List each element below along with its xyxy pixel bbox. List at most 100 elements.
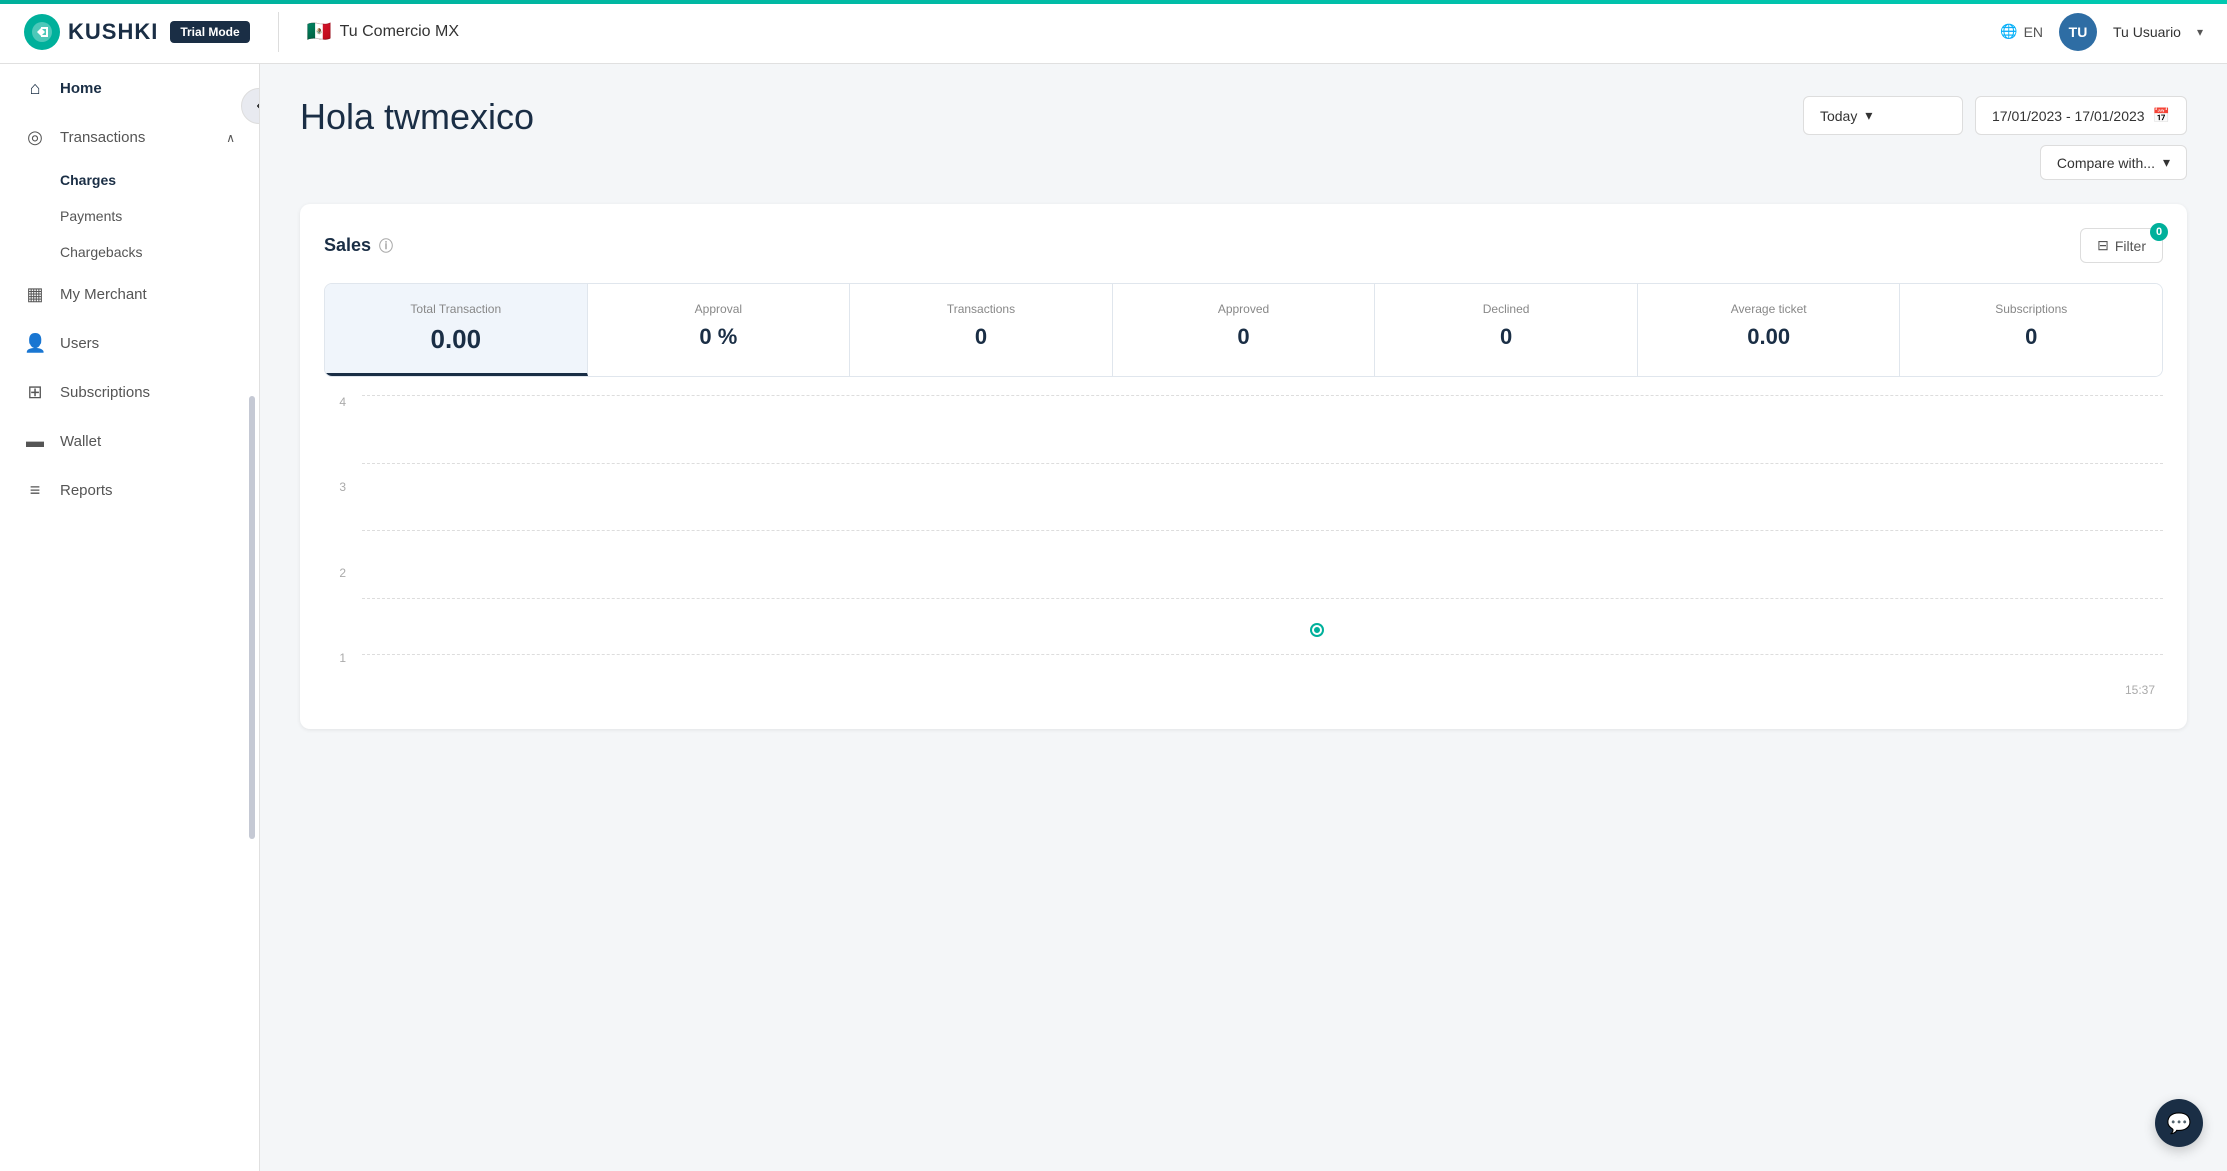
stat-approved[interactable]: Approved 0 <box>1113 284 1376 376</box>
users-icon: 👤 <box>24 333 46 354</box>
sidebar-item-transactions[interactable]: ◎ Transactions ∧ <box>0 113 259 162</box>
date-range-button[interactable]: 17/01/2023 - 17/01/2023 📅 <box>1975 96 2187 135</box>
logo: KUSHKI <box>24 14 158 50</box>
sales-info-icon: ⓘ <box>379 236 393 256</box>
stat-approval[interactable]: Approval 0 % <box>588 284 851 376</box>
topbar: KUSHKI Trial Mode 🇲🇽 Tu Comercio MX 🌐 EN… <box>0 0 2227 64</box>
stat-subscriptions[interactable]: Subscriptions 0 <box>1900 284 2162 376</box>
user-avatar: TU <box>2059 13 2097 51</box>
stat-total-transaction-value: 0.00 <box>341 324 571 355</box>
stat-declined[interactable]: Declined 0 <box>1375 284 1638 376</box>
transactions-icon: ◎ <box>24 127 46 148</box>
stat-total-transaction[interactable]: Total Transaction 0.00 <box>325 284 588 376</box>
lang-label: EN <box>2024 24 2043 40</box>
language-button[interactable]: 🌐 EN <box>2000 23 2043 40</box>
sales-title: Sales ⓘ <box>324 235 393 256</box>
sidebar-item-reports-label: Reports <box>60 482 113 499</box>
chat-icon: 💬 <box>2167 1111 2192 1136</box>
calendar-icon: 📅 <box>2153 107 2170 124</box>
period-dropdown[interactable]: Today ▾ <box>1803 96 1963 135</box>
sidebar-item-subscriptions[interactable]: ⊞ Subscriptions <box>0 368 259 417</box>
sidebar-item-wallet[interactable]: ▬ Wallet <box>0 417 259 466</box>
chart-area: 4 3 2 1 15:37 <box>324 385 2163 705</box>
logo-text: KUSHKI <box>68 19 158 45</box>
compare-label: Compare with... <box>2057 155 2155 171</box>
stat-approved-label: Approved <box>1129 302 1359 316</box>
user-chevron-icon[interactable]: ▾ <box>2197 25 2203 39</box>
chart-gridline-3 <box>362 463 2163 464</box>
reports-icon: ≡ <box>24 480 46 501</box>
compare-chevron-icon: ▾ <box>2163 154 2170 171</box>
sidebar-item-chargebacks[interactable]: Chargebacks <box>60 234 259 270</box>
stat-average-ticket-value: 0.00 <box>1654 324 1884 350</box>
y-label-3: 3 <box>339 480 346 494</box>
compare-button[interactable]: Compare with... ▾ <box>2040 145 2187 180</box>
sidebar-item-my-merchant[interactable]: ▦ My Merchant <box>0 270 259 319</box>
commerce-info: 🇲🇽 Tu Comercio MX <box>307 19 459 44</box>
logo-icon <box>24 14 60 50</box>
stat-subscriptions-value: 0 <box>1916 324 2146 350</box>
stat-average-ticket[interactable]: Average ticket 0.00 <box>1638 284 1901 376</box>
user-name: Tu Usuario <box>2113 24 2181 40</box>
progress-bar <box>0 0 2227 4</box>
chart-gridline-0 <box>362 654 2163 655</box>
header-controls: Today ▾ 17/01/2023 - 17/01/2023 📅 Compar… <box>1803 96 2187 180</box>
chart-time-label: 15:37 <box>2125 683 2155 697</box>
sidebar-item-users-label: Users <box>60 335 99 352</box>
transactions-chevron-icon: ∧ <box>226 131 235 145</box>
sales-card: Sales ⓘ ⊟ Filter 0 Total Transaction 0.0… <box>300 204 2187 729</box>
chat-widget[interactable]: 💬 <box>2155 1099 2203 1147</box>
wallet-icon: ▬ <box>24 431 46 452</box>
stat-subscriptions-label: Subscriptions <box>1916 302 2146 316</box>
sidebar-item-home[interactable]: ⌂ Home <box>0 64 259 113</box>
globe-icon: 🌐 <box>2000 23 2017 40</box>
filter-button[interactable]: ⊟ Filter 0 <box>2080 228 2163 263</box>
stat-declined-value: 0 <box>1391 324 1621 350</box>
sidebar-item-users[interactable]: 👤 Users <box>0 319 259 368</box>
stat-approval-label: Approval <box>604 302 834 316</box>
stat-transactions-label: Transactions <box>866 302 1096 316</box>
trial-badge: Trial Mode <box>170 21 249 43</box>
sidebar-item-wallet-label: Wallet <box>60 433 101 450</box>
transactions-subnav: Charges Payments Chargebacks <box>0 162 259 270</box>
sidebar-scrollbar[interactable] <box>249 396 255 839</box>
filter-icon: ⊟ <box>2097 237 2109 254</box>
stat-approval-value: 0 % <box>604 324 834 350</box>
topbar-divider <box>278 12 279 52</box>
chart-gridline-1 <box>362 598 2163 599</box>
y-label-2: 2 <box>339 566 346 580</box>
period-chevron-icon: ▾ <box>1865 107 1872 124</box>
page-title: Hola twmexico <box>300 96 534 138</box>
sidebar-item-reports[interactable]: ≡ Reports <box>0 466 259 515</box>
stat-total-transaction-label: Total Transaction <box>341 302 571 316</box>
filter-badge: 0 <box>2150 223 2168 241</box>
home-icon: ⌂ <box>24 78 46 99</box>
chart-lines <box>362 395 2163 665</box>
sidebar-item-payments[interactable]: Payments <box>60 198 259 234</box>
date-range-label: 17/01/2023 - 17/01/2023 <box>1992 108 2145 124</box>
commerce-flag: 🇲🇽 <box>307 19 332 44</box>
sidebar-item-charges[interactable]: Charges <box>60 162 259 198</box>
stat-average-ticket-label: Average ticket <box>1654 302 1884 316</box>
y-label-1: 1 <box>339 651 346 665</box>
sidebar-item-subscriptions-label: Subscriptions <box>60 384 150 401</box>
sidebar: ‹ ⌂ Home ◎ Transactions ∧ Charges Paymen… <box>0 64 260 1171</box>
filter-label: Filter <box>2115 238 2146 254</box>
chevron-left-icon: ‹ <box>256 97 260 115</box>
sidebar-item-merchant-label: My Merchant <box>60 286 147 303</box>
stat-declined-label: Declined <box>1391 302 1621 316</box>
stats-row: Total Transaction 0.00 Approval 0 % Tran… <box>324 283 2163 377</box>
page-header: Hola twmexico Today ▾ 17/01/2023 - 17/01… <box>300 96 2187 180</box>
sales-header: Sales ⓘ ⊟ Filter 0 <box>324 228 2163 263</box>
stat-transactions[interactable]: Transactions 0 <box>850 284 1113 376</box>
stat-transactions-value: 0 <box>866 324 1096 350</box>
stat-approved-value: 0 <box>1129 324 1359 350</box>
chart-data-dot <box>1312 625 1322 635</box>
commerce-name: Tu Comercio MX <box>340 23 459 41</box>
sidebar-item-transactions-label: Transactions <box>60 129 145 146</box>
merchant-icon: ▦ <box>24 284 46 305</box>
main-content: Hola twmexico Today ▾ 17/01/2023 - 17/01… <box>260 64 2227 1171</box>
chart-gridline-4 <box>362 395 2163 396</box>
chart-gridline-2 <box>362 530 2163 531</box>
sidebar-item-home-label: Home <box>60 80 102 97</box>
